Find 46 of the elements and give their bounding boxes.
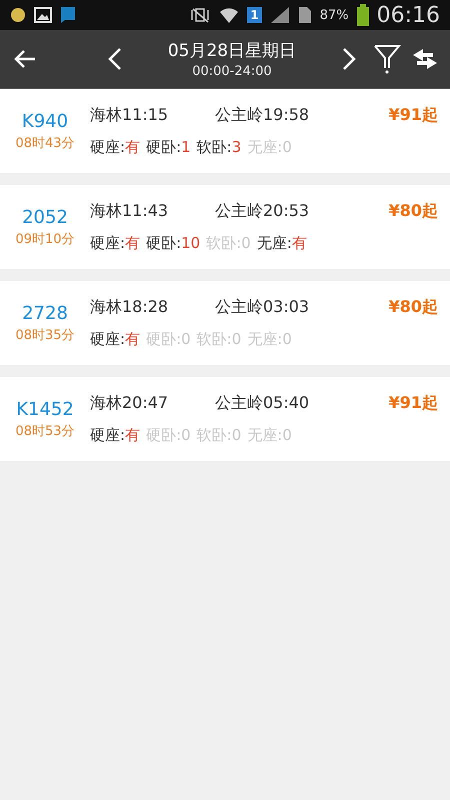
price: ¥91起	[388, 105, 438, 126]
battery-percent: 87%	[320, 8, 349, 22]
departure: 海林11:15	[90, 105, 170, 126]
sim-badge: 1	[247, 7, 262, 23]
seat-availability: 硬座:有	[90, 234, 140, 253]
train-number: 2052	[22, 206, 68, 228]
signal-icon	[270, 6, 290, 24]
seat-availability: 无座:有	[256, 234, 307, 253]
trip-duration: 08时53分	[15, 422, 75, 440]
chevron-right-icon	[342, 47, 356, 71]
filter-icon	[373, 44, 401, 74]
swap-arrows-icon	[411, 47, 439, 71]
price: ¥80起	[388, 201, 438, 222]
price: ¥80起	[388, 297, 438, 318]
seat-availability: 硬卧:1	[146, 138, 191, 157]
seat-availability: 软卧:3	[196, 138, 242, 157]
departure: 海林20:47	[90, 393, 170, 414]
price: ¥91起	[388, 393, 438, 414]
back-arrow-icon	[13, 49, 37, 69]
arrival: 公主岭03:03	[215, 297, 310, 318]
seat-availability: 硬座:有	[90, 138, 140, 157]
seat-availability: 硬卧:10	[146, 234, 200, 253]
battery-icon	[356, 4, 369, 26]
vibrate-icon	[189, 7, 212, 23]
train-number: K940	[22, 110, 68, 132]
arrival: 公主岭19:58	[215, 105, 310, 126]
departure: 海林11:43	[90, 201, 170, 222]
sim-icon	[298, 6, 312, 24]
train-number: 2728	[22, 302, 68, 324]
clock: 06:16	[376, 2, 440, 28]
seat-availability: 硬座:有	[90, 330, 140, 349]
image-icon	[34, 7, 52, 23]
wifi-icon	[219, 6, 240, 24]
trip-duration: 09时10分	[15, 230, 75, 248]
seat-availability: 硬座:有	[90, 426, 140, 445]
notification-dot-icon	[10, 7, 26, 23]
departure: 海林18:28	[90, 297, 170, 318]
trip-duration: 08时35分	[15, 326, 75, 344]
arrival: 公主岭20:53	[215, 201, 310, 222]
app-icon	[60, 6, 76, 24]
train-number: K1452	[16, 398, 74, 420]
time-range: 00:00-24:00	[192, 64, 272, 79]
arrival: 公主岭05:40	[215, 393, 310, 414]
trip-duration: 08时43分	[15, 134, 75, 152]
date-title: 05月28日星期日	[168, 40, 296, 62]
chevron-left-icon	[108, 47, 122, 71]
